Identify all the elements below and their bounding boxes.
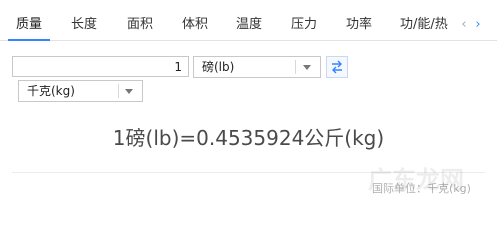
tab-volume[interactable]: 体积	[182, 10, 208, 40]
conversion-result: 1磅(lb)=0.4535924公斤(kg)	[112, 126, 385, 150]
amount-input[interactable]: 1	[12, 56, 189, 77]
from-unit-value: 磅(lb)	[202, 60, 235, 74]
tab-power[interactable]: 功率	[346, 10, 372, 40]
tab-pressure[interactable]: 压力	[291, 10, 317, 40]
chevron-left-icon[interactable]: ‹	[458, 18, 470, 32]
tab-work-energy-heat[interactable]: 功/能/热	[400, 10, 448, 40]
swap-icon	[332, 60, 342, 74]
chevron-down-icon[interactable]	[303, 65, 311, 70]
select-divider	[118, 84, 119, 98]
from-unit-select[interactable]: 磅(lb)	[193, 56, 321, 78]
watermark: 广东龙网	[368, 165, 464, 194]
tab-area[interactable]: 面积	[127, 10, 153, 40]
unit-category-tabs: 质量 长度 面积 体积 温度 压力 功率 功/能/热 ‹ ›	[0, 10, 497, 41]
select-divider	[295, 60, 296, 74]
chevron-down-icon[interactable]	[125, 89, 133, 94]
tab-length[interactable]: 长度	[71, 10, 97, 40]
chevron-right-icon[interactable]: ›	[472, 18, 484, 32]
tab-temperature[interactable]: 温度	[236, 10, 262, 40]
to-unit-value: 千克(kg)	[27, 84, 75, 98]
swap-units-button[interactable]	[326, 56, 348, 78]
to-unit-select[interactable]: 千克(kg)	[18, 80, 143, 102]
tab-mass[interactable]: 质量	[7, 10, 51, 41]
